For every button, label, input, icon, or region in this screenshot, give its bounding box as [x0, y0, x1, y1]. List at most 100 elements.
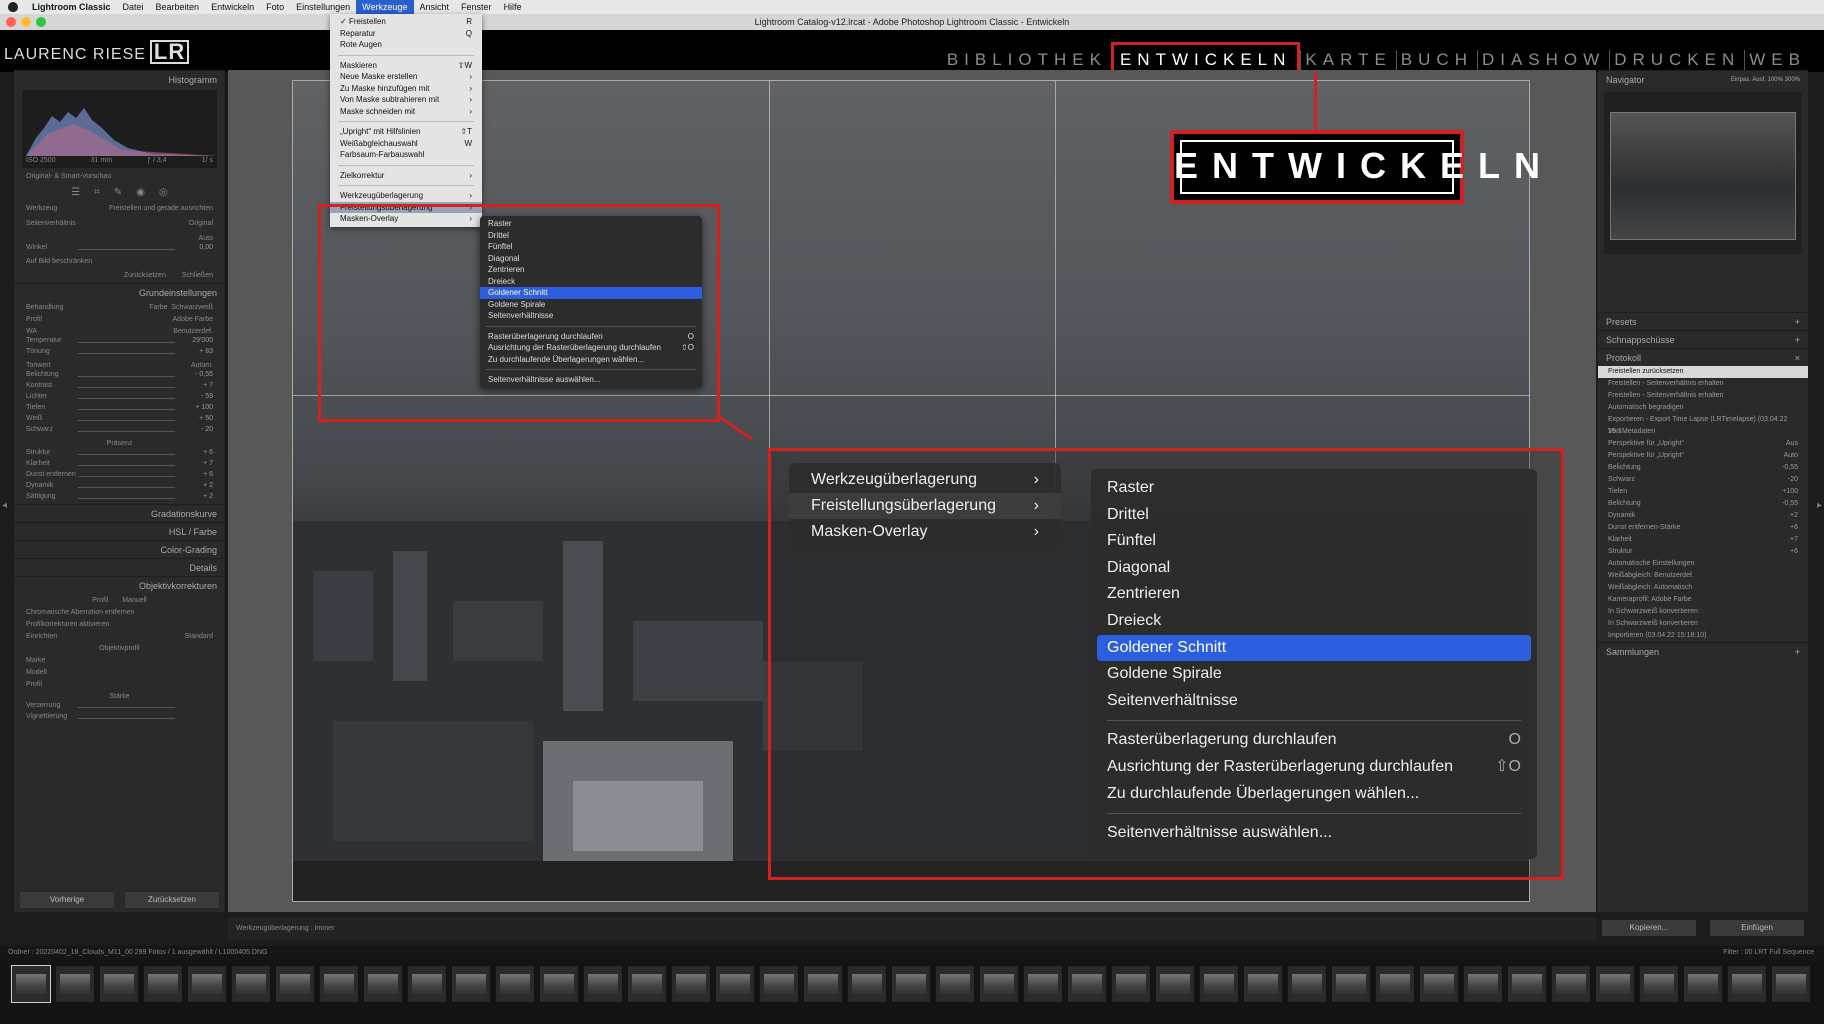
filmstrip-thumbnail[interactable]: [188, 966, 226, 1002]
history-item[interactable]: Dynamik +2: [1598, 510, 1808, 522]
filmstrip-thumbnail[interactable]: [408, 966, 446, 1002]
module-diashow[interactable]: DIASHOW: [1476, 50, 1609, 70]
crop-reset-button[interactable]: Zurücksetzen: [124, 272, 166, 279]
filmstrip-thumbnail[interactable]: [1332, 966, 1370, 1002]
zoom-overlay-goldene-spirale[interactable]: Goldene Spirale: [1097, 661, 1531, 688]
menu-app[interactable]: Lightroom Classic: [32, 0, 111, 14]
snapshots-header[interactable]: Schnappschüsse +: [1598, 330, 1808, 348]
zoom-overlay-zentrieren[interactable]: Zentrieren: [1097, 581, 1531, 608]
saturation-slider[interactable]: Sättigung + 2: [26, 493, 213, 504]
zoom-overlay-fuenftel[interactable]: Fünftel: [1097, 528, 1531, 555]
sliders-icon[interactable]: ☰: [71, 187, 80, 198]
nav-zoom-fit[interactable]: Einpas.: [1731, 77, 1751, 83]
filmstrip-thumbnail[interactable]: [1244, 966, 1282, 1002]
shadows-slider[interactable]: Tiefen + 100: [26, 404, 213, 415]
angle-slider[interactable]: Winkel 0,00: [26, 244, 213, 255]
distortion-slider[interactable]: Verzerrung: [26, 702, 213, 713]
mask-icon[interactable]: ◎: [159, 187, 168, 198]
redeye-icon[interactable]: ◉: [136, 187, 145, 198]
module-web[interactable]: WEB: [1744, 50, 1810, 70]
history-item[interactable]: Struktur +6: [1598, 546, 1808, 558]
filmstrip-thumbnail[interactable]: [1112, 966, 1150, 1002]
zoom-overlay-seitenverhaeltnisse[interactable]: Seitenverhältnisse: [1097, 688, 1531, 715]
zoom-item-masken-overlay[interactable]: Masken-Overlay ›: [789, 519, 1061, 545]
close-window-button[interactable]: [6, 17, 16, 27]
saturation-track[interactable]: [78, 498, 175, 499]
distortion-track[interactable]: [78, 707, 175, 708]
zoom-window-button[interactable]: [36, 17, 46, 27]
history-item[interactable]: Klarheit +7: [1598, 534, 1808, 546]
tint-track[interactable]: [78, 353, 175, 354]
minimize-window-button[interactable]: [21, 17, 31, 27]
menu-item-reparatur[interactable]: Reparatur Q: [330, 28, 482, 40]
history-item[interactable]: Perspektive für „Upright“ Aus: [1598, 438, 1808, 450]
copy-button[interactable]: Kopieren...: [1602, 920, 1696, 936]
nav-zoom-300[interactable]: 300%: [1785, 77, 1800, 83]
zoom-overlay-diagonal[interactable]: Diagonal: [1097, 555, 1531, 582]
tone-auto-button[interactable]: Autom.: [191, 362, 213, 369]
filmstrip-thumbnail[interactable]: [716, 966, 754, 1002]
history-item[interactable]: Schwarz -20: [1598, 474, 1808, 486]
menu-bearbeiten[interactable]: Bearbeiten: [156, 0, 200, 14]
dehaze-slider[interactable]: Dunst entfernen + 6: [26, 471, 213, 482]
aspect-value[interactable]: Original: [189, 220, 213, 227]
filmstrip-thumbnail[interactable]: [320, 966, 358, 1002]
menu-item-maske-schneiden[interactable]: Maske schneiden mit ›: [330, 106, 482, 118]
history-item[interactable]: In Schwarzweiß konvertieren: [1598, 606, 1808, 618]
filmstrip-thumbnail[interactable]: [848, 966, 886, 1002]
setup-value[interactable]: Standard: [185, 633, 213, 640]
temperature-slider[interactable]: Temperatur 29'000: [26, 337, 213, 348]
history-header[interactable]: Protokoll ×: [1598, 348, 1808, 366]
history-item[interactable]: Automatische Einstellungen: [1598, 558, 1808, 570]
history-item[interactable]: Freistellen zurücksetzen: [1598, 366, 1808, 378]
blacks-track[interactable]: [78, 431, 175, 432]
menu-ansicht[interactable]: Ansicht: [420, 0, 450, 14]
menu-item-zielkorrektur[interactable]: Zielkorrektur ›: [330, 170, 482, 182]
filmstrip-thumbnail[interactable]: [1596, 966, 1634, 1002]
history-item[interactable]: Kameraprofil: Adobe Farbe: [1598, 594, 1808, 606]
menu-einstellungen[interactable]: Einstellungen: [296, 0, 350, 14]
history-item[interactable]: In Schwarzweiß konvertieren: [1598, 618, 1808, 630]
vibrance-track[interactable]: [78, 487, 175, 488]
filmstrip-thumbnail[interactable]: [1772, 966, 1810, 1002]
module-karte[interactable]: KARTE: [1300, 50, 1395, 70]
filmstrip-thumbnail[interactable]: [276, 966, 314, 1002]
filmstrip-thumbnail[interactable]: [540, 966, 578, 1002]
filmstrip-thumbnail[interactable]: [1684, 966, 1722, 1002]
whites-track[interactable]: [78, 420, 175, 421]
zoom-overlay-cycle[interactable]: Rasterüberlagerung durchlaufen O: [1097, 727, 1531, 754]
temperature-track[interactable]: [78, 342, 175, 343]
tint-slider[interactable]: Tönung + 83: [26, 348, 213, 359]
history-item[interactable]: Belichtung -0,55: [1598, 462, 1808, 474]
collections-header[interactable]: Sammlungen +: [1598, 642, 1808, 660]
wb-value[interactable]: Benutzerdef.: [173, 328, 213, 335]
zoom-overlay-raster[interactable]: Raster: [1097, 475, 1531, 502]
filmstrip-thumbnail[interactable]: [1376, 966, 1414, 1002]
module-buch[interactable]: BUCH: [1395, 50, 1477, 70]
filmstrip-thumbnail[interactable]: [364, 966, 402, 1002]
crop-icon[interactable]: ⌗: [94, 187, 100, 198]
lens-tab-manual[interactable]: Manuell: [122, 597, 147, 604]
menu-hilfe[interactable]: Hilfe: [504, 0, 522, 14]
clear-history-icon[interactable]: ×: [1795, 349, 1800, 366]
lens-tab-profile[interactable]: Profil: [92, 597, 108, 604]
filmstrip-thumbnail[interactable]: [1288, 966, 1326, 1002]
history-item[interactable]: Freistellen - Seitenverhältnis erhalten: [1598, 390, 1808, 402]
profile-corrections-checkbox[interactable]: Profilkorrekturen aktivieren: [26, 621, 109, 628]
history-item[interactable]: Dunst entfernen-Stärke +6: [1598, 522, 1808, 534]
menu-datei[interactable]: Datei: [123, 0, 144, 14]
history-item[interactable]: Importieren (03.04.22 15:18:10): [1598, 630, 1808, 642]
treatment-bw[interactable]: Schwarzweiß: [171, 304, 213, 311]
history-item[interactable]: Automatisch begradigen: [1598, 402, 1808, 414]
menu-item-weissabgleich[interactable]: Weißabgleichauswahl W: [330, 138, 482, 150]
treatment-color[interactable]: Farbe: [149, 304, 167, 311]
heal-icon[interactable]: ✎: [114, 187, 122, 198]
filmstrip-thumbnail[interactable]: [452, 966, 490, 1002]
lens-corrections-header[interactable]: Objektivkorrekturen: [14, 576, 225, 594]
filmstrip-thumbnail[interactable]: [1464, 966, 1502, 1002]
filmstrip-thumbnail[interactable]: [936, 966, 974, 1002]
history-item[interactable]: Perspektive für „Upright“ Auto: [1598, 450, 1808, 462]
menu-item-maskieren[interactable]: Maskieren ⇧W: [330, 60, 482, 72]
histogram-header[interactable]: Histogramm: [14, 70, 225, 88]
filmstrip-thumbnail[interactable]: [628, 966, 666, 1002]
